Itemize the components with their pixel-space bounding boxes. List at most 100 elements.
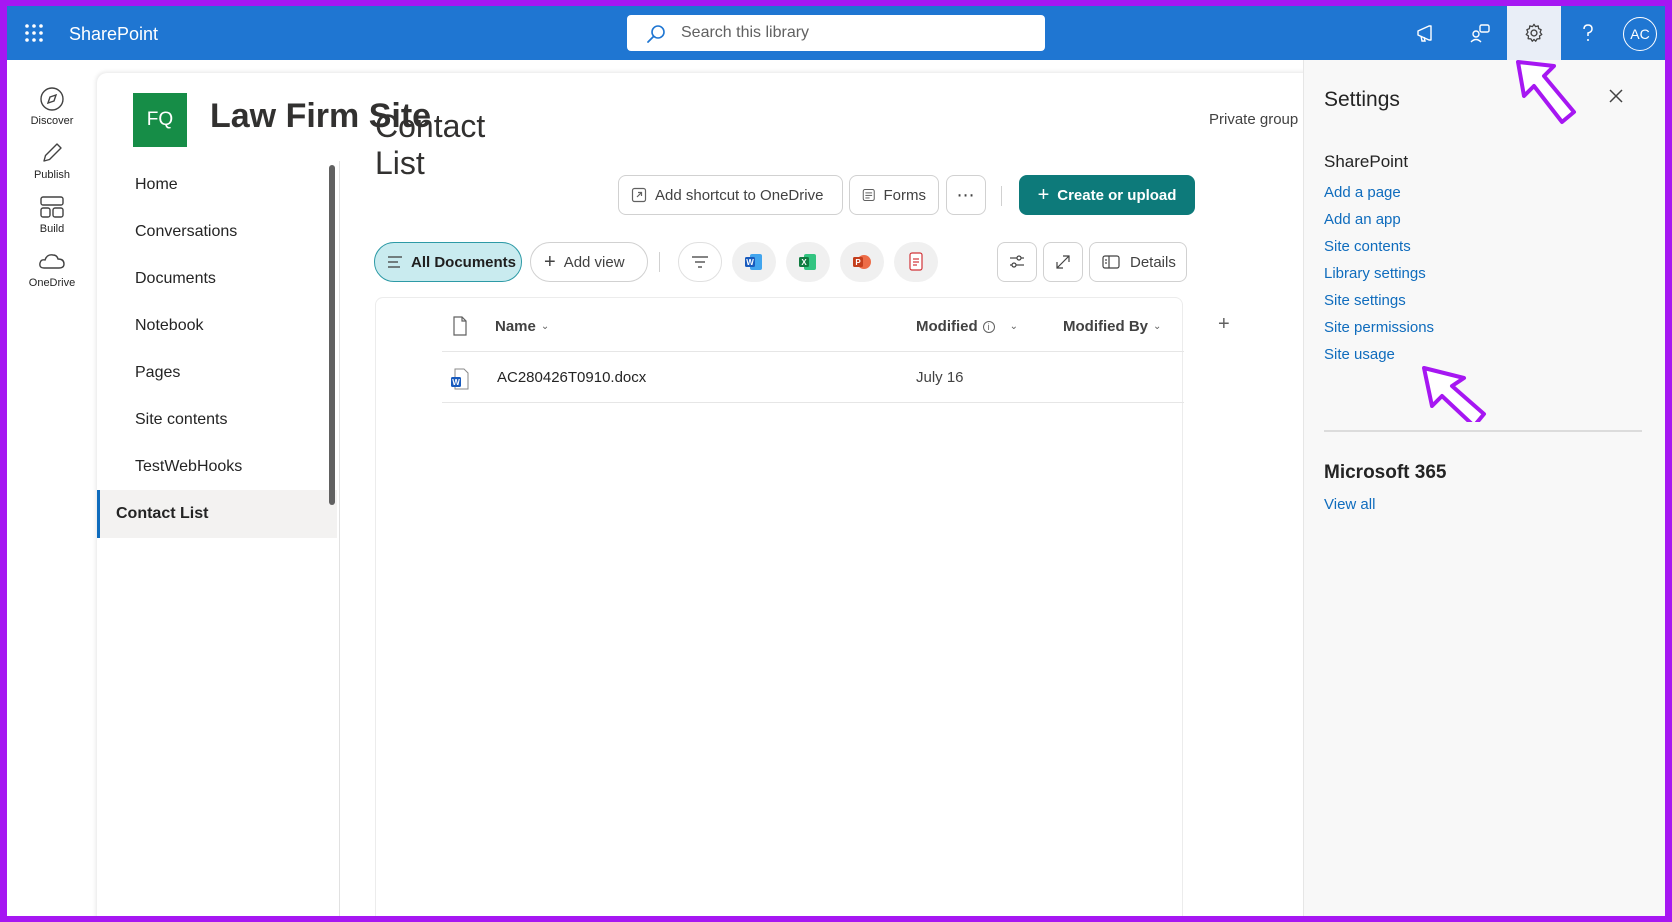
forms-label: Forms [883, 186, 927, 204]
column-name[interactable]: Name ⌄ [495, 318, 549, 335]
site-contents-link[interactable]: Site contents [1324, 238, 1411, 255]
site-logo[interactable]: FQ [133, 93, 187, 147]
site-permissions-link[interactable]: Site permissions [1324, 319, 1434, 336]
all-documents-label: All Documents [411, 253, 517, 271]
compass-icon [40, 87, 64, 111]
filter-icon [692, 256, 708, 268]
search-icon [647, 25, 665, 43]
more-icon: ⋯ [956, 185, 976, 205]
appbar-label: Discover [30, 115, 74, 127]
pdf-filter-button[interactable] [894, 242, 938, 282]
divider [1324, 430, 1642, 432]
word-file-icon: W [450, 368, 470, 395]
plus-icon: + [1037, 184, 1050, 206]
chevron-down-icon: ⌄ [540, 321, 550, 332]
appbar-publish[interactable]: Publish [7, 140, 97, 181]
view-options-button[interactable] [997, 242, 1037, 282]
add-view-button[interactable]: + Add view [530, 242, 648, 282]
help-button[interactable] [1561, 6, 1615, 60]
pen-icon [43, 143, 62, 162]
view-all-documents[interactable]: All Documents [374, 242, 522, 282]
details-pane-icon [1102, 255, 1120, 269]
document-icon [453, 316, 467, 336]
sharepoint-heading: SharePoint [1324, 152, 1409, 171]
word-filter-button[interactable]: W [732, 242, 776, 282]
annotation-arrow [1422, 366, 1486, 422]
cloud-icon [39, 254, 65, 269]
expand-button[interactable] [1043, 242, 1083, 282]
column-name-label: Name [495, 318, 536, 335]
megaphone-icon [1417, 25, 1432, 42]
more-button[interactable]: ⋯ [946, 175, 986, 215]
powerpoint-filter-button[interactable]: P [840, 242, 884, 282]
forms-button[interactable]: Forms [849, 175, 939, 215]
megaphone-button[interactable] [1399, 6, 1453, 60]
appbar-onedrive[interactable]: OneDrive [7, 248, 97, 289]
settings-button[interactable] [1507, 6, 1561, 60]
app-name[interactable]: SharePoint [69, 24, 158, 45]
add-page-link[interactable]: Add a page [1324, 184, 1401, 201]
list-icon [388, 256, 402, 268]
help-icon [1583, 24, 1593, 41]
search-input[interactable] [681, 15, 1031, 51]
settings-panel: Settings SharePoint Add a page Add an ap… [1303, 60, 1665, 916]
pdf-icon [909, 252, 923, 271]
nav-scrollbar[interactable] [329, 165, 335, 505]
group-label: Private group [1209, 111, 1299, 128]
annotation-arrow [1516, 60, 1576, 124]
layout-icon [40, 196, 64, 218]
sliders-icon [1010, 255, 1024, 268]
file-name[interactable]: AC280426T0910.docx [497, 369, 646, 386]
nav-item-documents[interactable]: Documents [97, 255, 340, 303]
add-column-button[interactable]: + [1218, 313, 1230, 336]
column-modified-label: Modified [916, 318, 978, 335]
window: SharePoint Search this library AC Discov… [7, 6, 1665, 916]
column-modified-by[interactable]: Modified By ⌄ [1063, 318, 1161, 335]
add-shortcut-label: Add shortcut to OneDrive [655, 186, 824, 204]
library-settings-link[interactable]: Library settings [1324, 265, 1426, 282]
settings-title: Settings [1324, 88, 1400, 111]
column-modified[interactable]: Modified i ⌄ [916, 318, 1018, 335]
chevron-down-icon: ⌄ [1009, 321, 1019, 332]
appbar-discover[interactable]: Discover [7, 86, 97, 127]
nav-item-site-contents[interactable]: Site contents [97, 396, 340, 444]
table-row[interactable]: W AC280426T0910.docx July 16 [442, 351, 1184, 403]
svg-text:W: W [452, 378, 460, 387]
app-launcher-icon[interactable] [24, 23, 44, 43]
avatar[interactable]: AC [1623, 17, 1657, 51]
app-bar: Discover Publish Build OneDrive [7, 60, 97, 916]
nav-item-contact-list[interactable]: Contact List [97, 490, 337, 538]
close-icon [1609, 89, 1623, 103]
nav-item-conversations[interactable]: Conversations [97, 208, 340, 256]
nav-item-home[interactable]: Home [97, 161, 340, 209]
feedback-button[interactable] [1453, 6, 1507, 60]
add-app-link[interactable]: Add an app [1324, 211, 1401, 228]
appbar-build[interactable]: Build [7, 194, 97, 235]
file-type-header[interactable] [452, 316, 468, 341]
toolbar-divider [1001, 186, 1002, 206]
view-all-link[interactable]: View all [1324, 496, 1375, 513]
site-usage-link[interactable]: Site usage [1324, 346, 1395, 363]
nav-item-notebook[interactable]: Notebook [97, 302, 340, 350]
powerpoint-icon: P [853, 255, 871, 269]
details-button[interactable]: Details [1089, 242, 1187, 282]
appbar-label: Build [39, 223, 65, 235]
excel-filter-button[interactable]: X [786, 242, 830, 282]
close-button[interactable] [1604, 84, 1628, 108]
create-upload-label: Create or upload [1057, 186, 1177, 204]
filter-button[interactable] [678, 242, 722, 282]
forms-icon [862, 189, 875, 201]
nav-item-pages[interactable]: Pages [97, 349, 340, 397]
nav-item-testwebhooks[interactable]: TestWebHooks [97, 443, 340, 491]
expand-icon [1056, 255, 1070, 269]
document-grid: Name ⌄ Modified i ⌄ Modified By ⌄ + W AC… [375, 297, 1230, 916]
column-modified-by-label: Modified By [1063, 318, 1148, 335]
search-box[interactable] [627, 15, 1045, 51]
add-shortcut-button[interactable]: Add shortcut to OneDrive [618, 175, 843, 215]
gear-icon [1525, 23, 1543, 42]
create-upload-button[interactable]: + Create or upload [1019, 175, 1195, 215]
appbar-label: OneDrive [28, 277, 76, 289]
svg-text:P: P [855, 258, 861, 267]
details-label: Details [1130, 253, 1176, 271]
site-settings-link[interactable]: Site settings [1324, 292, 1406, 309]
